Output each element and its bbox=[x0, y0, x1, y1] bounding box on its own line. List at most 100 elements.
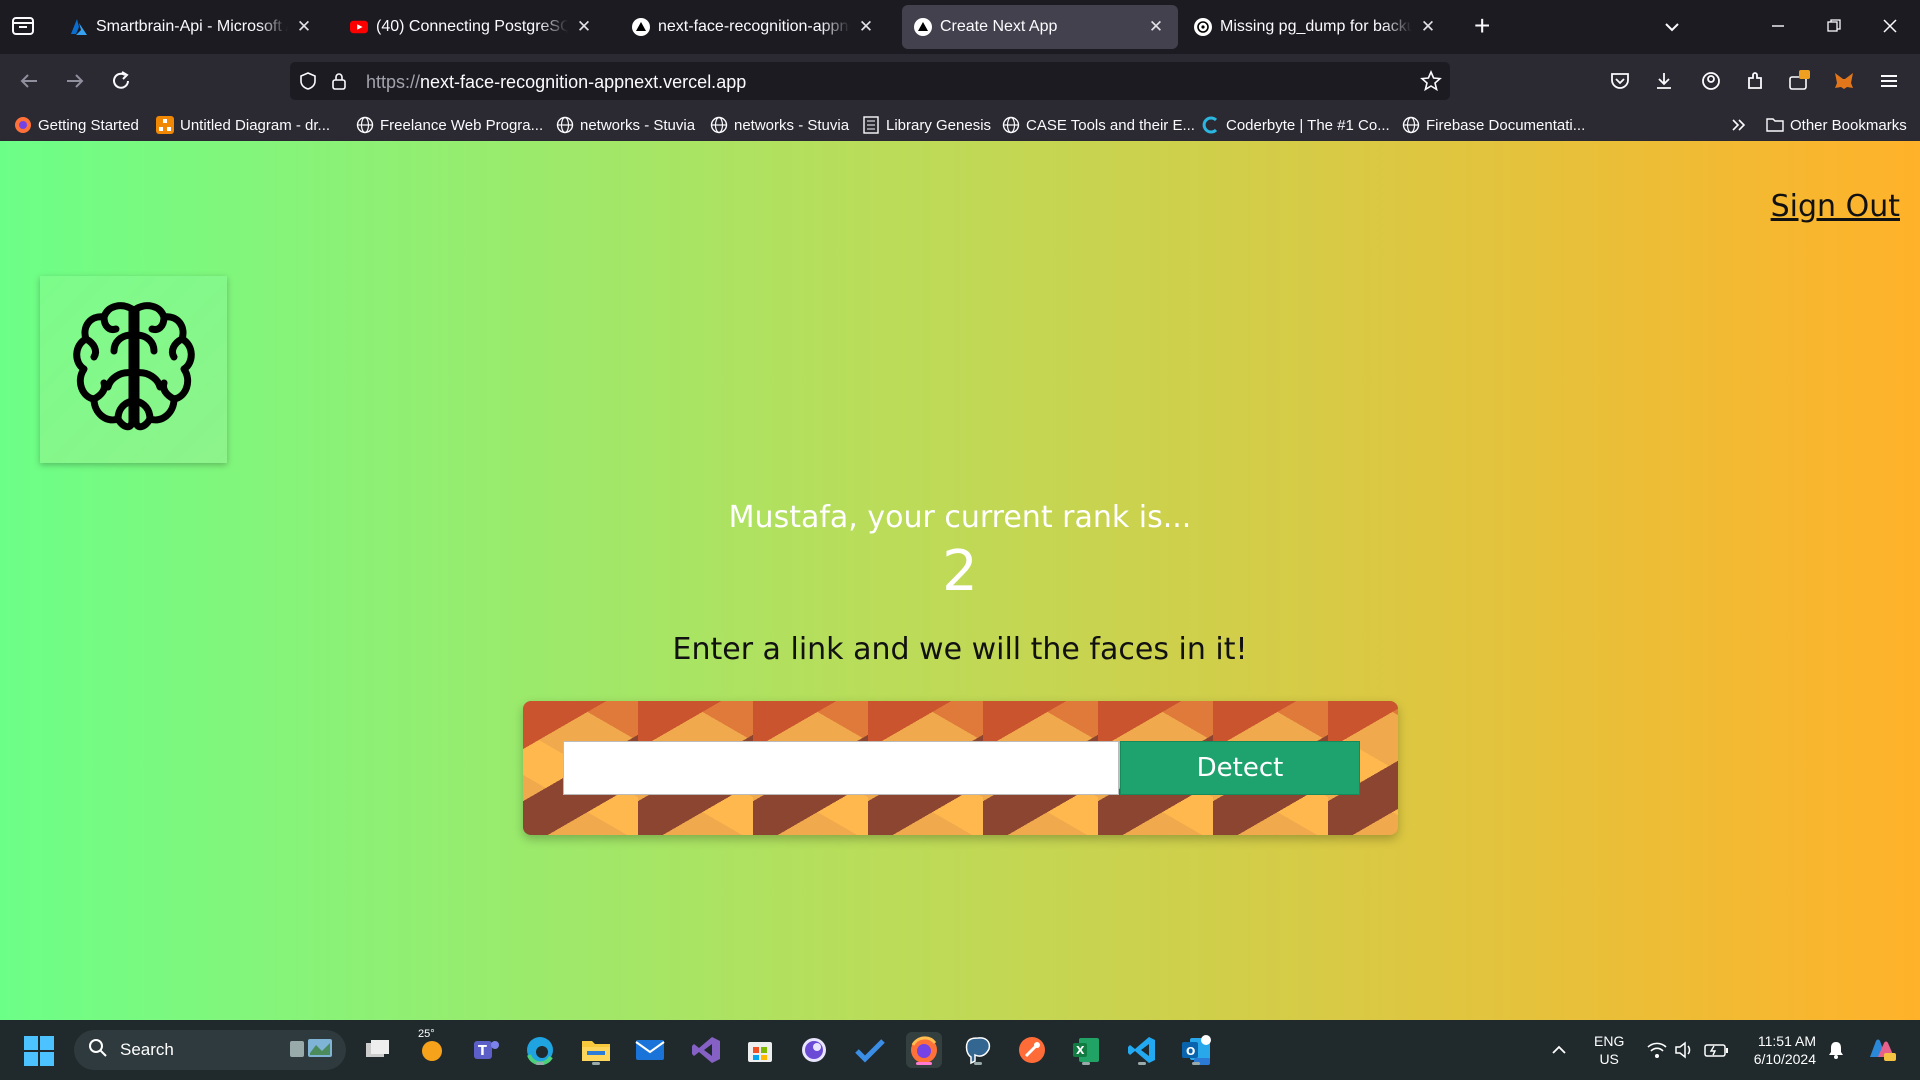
folder-icon bbox=[1766, 116, 1784, 134]
tab-list-icon[interactable] bbox=[10, 14, 38, 40]
system-clock[interactable]: 11:51 AM 6/10/2024 bbox=[1744, 1032, 1816, 1068]
back-icon[interactable] bbox=[16, 68, 42, 94]
bookmark-item[interactable]: networks - Stuvia bbox=[556, 114, 695, 136]
brain-icon bbox=[72, 301, 195, 430]
account-icon[interactable] bbox=[1698, 68, 1724, 94]
outlook-new-icon[interactable]: O bbox=[1178, 1032, 1214, 1068]
app-page: Sign Out Mustafa, your current rank is.. bbox=[0, 141, 1920, 1020]
copilot-icon[interactable] bbox=[1866, 1020, 1896, 1080]
tab-missing-pg-dump[interactable]: Missing pg_dump for backup ✕ bbox=[1182, 5, 1450, 49]
tab-title: next-face-recognition-appnext bbox=[658, 18, 850, 35]
bookmark-item[interactable]: CASE Tools and their E... bbox=[1002, 114, 1195, 136]
chevron-up-icon[interactable] bbox=[1550, 1020, 1568, 1080]
image-link-form: Detect bbox=[523, 701, 1398, 835]
tab-title: Missing pg_dump for backup bbox=[1220, 18, 1412, 35]
extensions-icon[interactable] bbox=[1742, 68, 1768, 94]
address-bar[interactable]: https://next-face-recognition-appnext.ve… bbox=[290, 62, 1450, 100]
task-view-icon[interactable] bbox=[360, 1032, 396, 1068]
microsoft-store-icon[interactable] bbox=[742, 1032, 778, 1068]
purple-app-icon[interactable] bbox=[796, 1032, 832, 1068]
postman-icon[interactable] bbox=[1014, 1032, 1050, 1068]
window-close-icon[interactable] bbox=[1878, 14, 1902, 38]
language-indicator[interactable]: ENG US bbox=[1594, 1032, 1624, 1068]
vercel-icon bbox=[632, 18, 650, 36]
todo-icon[interactable] bbox=[852, 1032, 888, 1068]
shield-icon[interactable] bbox=[298, 71, 318, 96]
search-icon bbox=[88, 1038, 108, 1063]
excel-icon[interactable]: X bbox=[1068, 1032, 1104, 1068]
new-tab-button[interactable]: + bbox=[1474, 12, 1490, 40]
tab-youtube-postgres[interactable]: (40) Connecting PostgreSQL to Node ✕ bbox=[338, 5, 606, 49]
bookmark-item[interactable]: networks - Stuvia bbox=[710, 114, 849, 136]
visual-studio-icon[interactable] bbox=[688, 1032, 724, 1068]
svg-text:O: O bbox=[1186, 1045, 1195, 1058]
tab-next-face-recognition[interactable]: next-face-recognition-appnext ✕ bbox=[620, 5, 888, 49]
navigation-toolbar: https://next-face-recognition-appnext.ve… bbox=[0, 54, 1920, 109]
close-icon[interactable]: ✕ bbox=[574, 17, 594, 37]
taskbar-search[interactable]: Search bbox=[74, 1030, 346, 1070]
metamask-icon[interactable] bbox=[1831, 68, 1857, 94]
drawio-icon bbox=[156, 116, 174, 134]
minimize-icon[interactable] bbox=[1766, 14, 1790, 38]
tab-title: Smartbrain-Api - Microsoft Azure bbox=[96, 18, 288, 35]
azure-icon bbox=[70, 18, 88, 36]
bookmarks-toolbar: Getting Started Untitled Diagram - dr...… bbox=[0, 109, 1920, 141]
weather-temp: 25° bbox=[418, 1028, 435, 1040]
bookmark-item[interactable]: Library Genesis bbox=[862, 114, 991, 136]
vscode-icon[interactable] bbox=[1124, 1032, 1160, 1068]
close-icon[interactable]: ✕ bbox=[1146, 17, 1166, 37]
globe-icon bbox=[1002, 116, 1020, 134]
search-highlight-icon bbox=[286, 1035, 336, 1066]
download-icon[interactable] bbox=[1651, 68, 1677, 94]
globe-icon bbox=[710, 116, 728, 134]
tab-title: Create Next App bbox=[940, 18, 1058, 35]
volume-icon[interactable] bbox=[1674, 1020, 1696, 1080]
notification-bell-icon[interactable] bbox=[1826, 1020, 1846, 1080]
tab-title: (40) Connecting PostgreSQL to Node bbox=[376, 18, 568, 35]
svg-text:X: X bbox=[1076, 1044, 1085, 1057]
reload-icon[interactable] bbox=[108, 68, 134, 94]
other-bookmarks[interactable]: Other Bookmarks bbox=[1766, 114, 1907, 136]
chatgpt-icon bbox=[1194, 18, 1212, 36]
menu-icon[interactable] bbox=[1876, 68, 1902, 94]
windows-taskbar: Search 25° T X O ENG US 11:51 AM 6/10/20… bbox=[0, 1020, 1920, 1080]
edge-icon[interactable] bbox=[522, 1032, 558, 1068]
firefox-taskbar-icon[interactable] bbox=[906, 1032, 942, 1068]
close-icon[interactable]: ✕ bbox=[294, 17, 314, 37]
lock-icon[interactable] bbox=[330, 71, 348, 96]
wifi-icon[interactable] bbox=[1646, 1020, 1668, 1080]
forward-icon[interactable] bbox=[62, 68, 88, 94]
detect-button[interactable]: Detect bbox=[1120, 741, 1360, 795]
bookmark-item[interactable]: Untitled Diagram - dr... bbox=[156, 114, 330, 136]
more-bookmarks-icon[interactable] bbox=[1730, 114, 1748, 136]
teams-icon[interactable]: T bbox=[468, 1032, 504, 1068]
rank-value: 2 bbox=[942, 539, 978, 604]
extension-badge-icon[interactable] bbox=[1786, 68, 1812, 94]
svg-text:T: T bbox=[478, 1044, 487, 1059]
close-icon[interactable]: ✕ bbox=[1418, 17, 1438, 37]
postgresql-icon[interactable] bbox=[960, 1032, 996, 1068]
url-text[interactable]: https://next-face-recognition-appnext.ve… bbox=[366, 72, 746, 93]
tab-smartbrain-azure[interactable]: Smartbrain-Api - Microsoft Azure ✕ bbox=[58, 5, 326, 49]
chevron-down-icon[interactable] bbox=[1661, 16, 1683, 43]
star-icon[interactable] bbox=[1420, 69, 1442, 97]
bookmark-item[interactable]: Coderbyte | The #1 Co... bbox=[1202, 114, 1390, 136]
book-icon bbox=[862, 116, 880, 134]
sign-out-link[interactable]: Sign Out bbox=[1771, 189, 1900, 224]
vercel-icon bbox=[914, 18, 932, 36]
image-url-input[interactable] bbox=[563, 741, 1119, 795]
tab-create-next-app[interactable]: Create Next App ✕ bbox=[902, 5, 1178, 49]
coderbyte-icon bbox=[1202, 116, 1220, 134]
pocket-icon[interactable] bbox=[1607, 68, 1633, 94]
bookmark-item[interactable]: Firebase Documentati... bbox=[1402, 114, 1585, 136]
tab-strip: Smartbrain-Api - Microsoft Azure ✕ (40) … bbox=[0, 0, 1920, 54]
mail-icon[interactable] bbox=[632, 1032, 668, 1068]
windows-start-icon[interactable] bbox=[24, 1036, 54, 1066]
battery-icon[interactable] bbox=[1704, 1020, 1730, 1080]
bookmark-item[interactable]: Freelance Web Progra... bbox=[356, 114, 543, 136]
bookmark-item[interactable]: Getting Started bbox=[14, 114, 139, 136]
close-icon[interactable]: ✕ bbox=[856, 17, 876, 37]
file-explorer-icon[interactable] bbox=[578, 1032, 614, 1068]
rank-message: Mustafa, your current rank is... bbox=[728, 500, 1192, 535]
restore-icon[interactable] bbox=[1822, 14, 1846, 38]
